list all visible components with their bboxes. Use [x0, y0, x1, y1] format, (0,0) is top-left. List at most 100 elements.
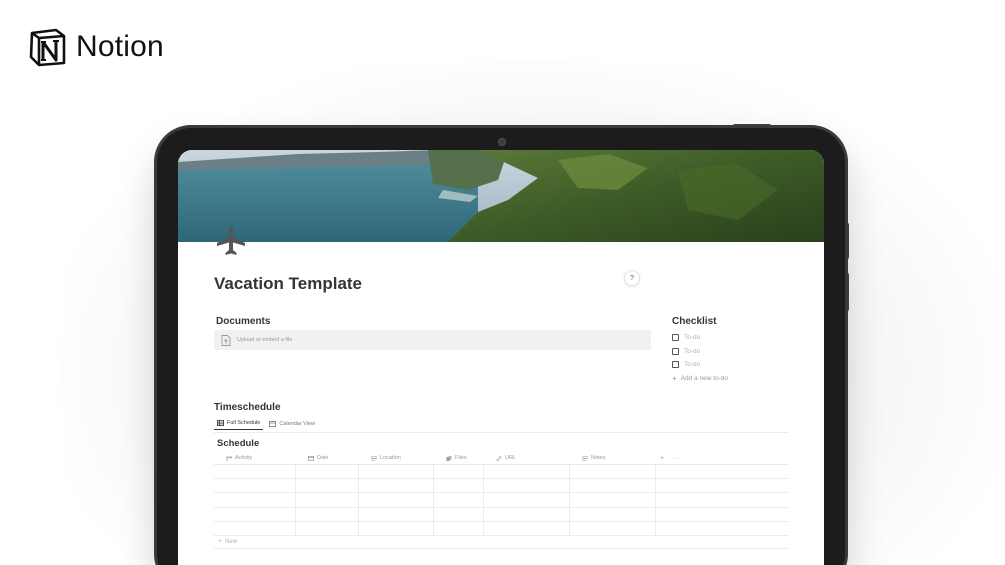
column-label: Files [455, 455, 467, 461]
checkbox[interactable] [672, 334, 679, 342]
tab-calendar-view[interactable]: Calendar View [266, 418, 318, 430]
table-cell [656, 508, 788, 521]
page-title[interactable]: Vacation Template [214, 274, 362, 294]
table-cell[interactable] [434, 479, 484, 493]
add-todo-label: Add a new to-do [680, 375, 729, 383]
table-cell [656, 465, 788, 478]
table-row[interactable] [214, 507, 788, 522]
checklist-item[interactable]: To-do [672, 358, 728, 372]
table-cell[interactable] [296, 479, 359, 493]
notion-page: Vacation Template Documents Upload or em… [178, 150, 824, 565]
table-cell[interactable] [434, 521, 484, 535]
table-cell[interactable] [214, 493, 296, 507]
table-cell[interactable] [570, 493, 656, 507]
plus-icon: + [672, 374, 677, 384]
plus-icon: + [218, 538, 223, 545]
checkbox[interactable] [672, 347, 679, 355]
column-header-location[interactable]: Location [359, 452, 434, 464]
table-cell[interactable] [214, 521, 296, 535]
column-actions: + ··· [656, 452, 788, 464]
table-cell[interactable] [570, 479, 656, 493]
notion-logo-icon [29, 28, 66, 67]
checklist: To-do To-do To-do + Add a new to-do [672, 331, 728, 385]
table-cell[interactable] [484, 507, 570, 521]
table-cell[interactable] [214, 479, 296, 493]
view-tabs: Full Schedule Calendar View [214, 418, 321, 430]
column-header-notes[interactable]: Notes [570, 452, 656, 464]
table-cell[interactable] [359, 479, 434, 493]
more-options-button[interactable]: ··· [672, 455, 679, 462]
table-cell[interactable] [570, 521, 656, 535]
title-icon [226, 456, 232, 461]
column-label: Activity [235, 455, 253, 461]
add-todo-button[interactable]: + Add a new to-do [672, 372, 728, 386]
schedule-table: Activity Date Location Files URL Notes +… [214, 452, 788, 536]
column-header-date[interactable]: Date [296, 452, 359, 464]
column-label: Location [380, 455, 401, 461]
table-cell[interactable] [359, 465, 434, 479]
table-header: Activity Date Location Files URL Notes +… [214, 452, 788, 465]
table-cell[interactable] [296, 507, 359, 521]
calendar-icon [308, 455, 314, 461]
new-row-label: New [225, 538, 238, 545]
checklist-heading: Checklist [672, 316, 717, 327]
checkbox[interactable] [672, 361, 679, 369]
table-row[interactable] [214, 493, 788, 508]
table-cell[interactable] [296, 493, 359, 507]
column-header-url[interactable]: URL [484, 452, 570, 464]
link-icon [496, 455, 502, 461]
checklist-item[interactable]: To-do [672, 331, 728, 345]
help-button[interactable]: ? [624, 270, 640, 286]
documents-heading: Documents [216, 316, 271, 327]
column-header-activity[interactable]: Activity [214, 452, 296, 464]
table-cell[interactable] [484, 465, 570, 479]
table-cell[interactable] [359, 493, 434, 507]
text-icon [582, 455, 588, 461]
table-cell[interactable] [484, 493, 570, 507]
tabs-divider [214, 432, 788, 433]
file-upload-icon [221, 334, 231, 346]
table-cell[interactable] [484, 479, 570, 493]
column-label: URL [505, 455, 517, 461]
table-cell [656, 479, 788, 492]
timeschedule-heading: Timeschedule [214, 402, 281, 413]
table-bottom-border [214, 548, 788, 549]
checklist-item-label: To-do [684, 334, 701, 342]
table-cell[interactable] [570, 507, 656, 521]
upload-label: Upload or embed a file [237, 337, 293, 343]
table-cell[interactable] [296, 521, 359, 535]
tab-label: Full Schedule [227, 420, 261, 426]
table-row[interactable] [214, 521, 788, 536]
table-cell[interactable] [359, 521, 434, 535]
table-cell[interactable] [484, 521, 570, 535]
table-cell[interactable] [359, 507, 434, 521]
checklist-item[interactable]: To-do [672, 345, 728, 359]
tab-label: Calendar View [279, 420, 315, 427]
table-row[interactable] [214, 479, 788, 494]
notion-brand: Notion [26, 26, 164, 68]
column-label: Notes [591, 455, 606, 461]
front-camera [498, 138, 506, 146]
add-column-button[interactable]: + [660, 455, 664, 462]
new-row-button[interactable]: + New [218, 538, 237, 545]
calendar-icon [269, 420, 277, 427]
table-row[interactable] [214, 465, 788, 480]
text-icon [371, 455, 377, 461]
column-header-files[interactable]: Files [434, 452, 484, 464]
airplane-icon [217, 226, 245, 255]
table-cell [656, 493, 788, 506]
table-icon [217, 420, 224, 426]
table-cell[interactable] [296, 465, 359, 479]
table-cell[interactable] [434, 465, 484, 479]
files-icon [446, 455, 452, 461]
table-cell[interactable] [570, 465, 656, 479]
table-cell[interactable] [434, 507, 484, 521]
table-cell[interactable] [434, 493, 484, 507]
table-cell[interactable] [214, 507, 296, 521]
database-title[interactable]: Schedule [217, 438, 259, 449]
table-cell[interactable] [214, 465, 296, 479]
upload-file-block[interactable]: Upload or embed a file [214, 330, 651, 350]
tab-full-schedule[interactable]: Full Schedule [214, 418, 264, 430]
column-label: Date [317, 455, 329, 461]
cover-image [178, 150, 824, 242]
